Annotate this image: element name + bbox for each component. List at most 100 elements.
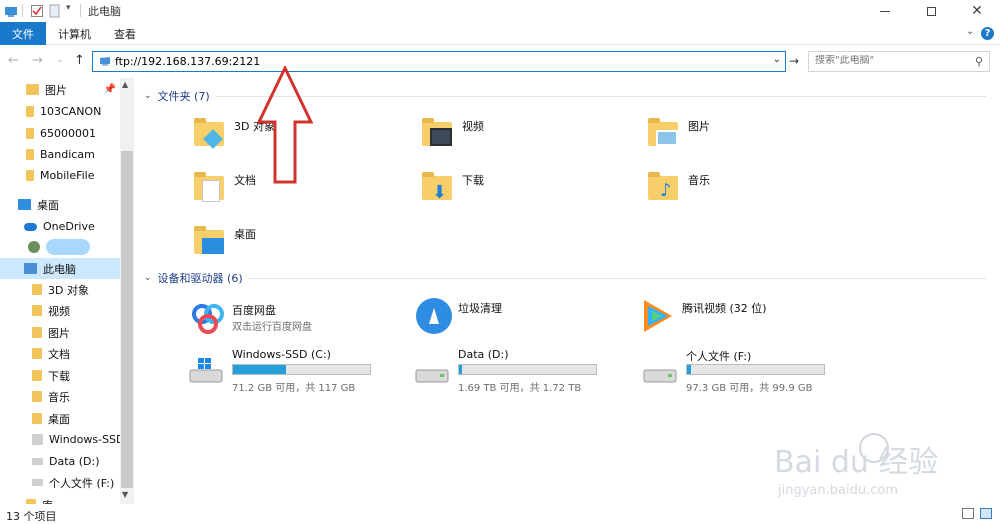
tencent-video-icon — [644, 300, 672, 332]
forward-arrow-icon[interactable]: → — [32, 53, 43, 68]
sidebar-item-desktop[interactable]: 桌面 — [0, 194, 120, 215]
address-input[interactable]: ftp://192.168.137.69:2121 — [115, 55, 260, 68]
sidebar-item-label: 65000001 — [40, 127, 96, 140]
back-arrow-icon[interactable]: ← — [8, 53, 19, 68]
sidebar-item-mobilefile[interactable]: MobileFile — [0, 165, 120, 186]
folder-videos[interactable]: 视频 — [420, 112, 620, 162]
3d-objects-icon — [32, 284, 42, 295]
large-icons-view-icon[interactable] — [980, 508, 992, 519]
sidebar-item-label: 3D 对象 — [48, 283, 89, 297]
sidebar-item-onedrive[interactable]: OneDrive — [0, 216, 120, 237]
drive-usage-fill — [687, 365, 692, 374]
sidebar-item-data-d[interactable]: Data (D:) — [0, 451, 120, 472]
folder-icon — [26, 149, 34, 160]
windows-drive-icon — [189, 358, 223, 383]
minimize-icon — [880, 10, 890, 12]
close-button[interactable]: ✕ — [954, 0, 1000, 22]
help-button[interactable]: ? — [981, 27, 994, 40]
picture-folder-icon — [646, 116, 680, 148]
app-baidu-netdisk[interactable]: 百度网盘 双击运行百度网盘 — [188, 298, 388, 338]
user-icon — [28, 240, 40, 253]
folder-icon — [26, 170, 34, 181]
pin-icon: 📌 — [103, 84, 116, 95]
chevron-down-icon: ⌄ — [144, 273, 152, 283]
desktop-folder-icon — [32, 413, 42, 424]
folder-downloads[interactable]: ⬇ 下载 — [420, 166, 620, 216]
tab-view[interactable]: 查看 — [114, 26, 136, 42]
drive-data-d[interactable]: Data (D:) 1.69 TB 可用，共 1.72 TB — [414, 348, 614, 394]
group-header-devices[interactable]: ⌄ 设备和驱动器 (6) — [144, 269, 243, 287]
app-tencent-video[interactable]: 腾讯视频 (32 位) — [638, 296, 858, 336]
new-folder-icon[interactable] — [48, 4, 62, 18]
sidebar-item-65000001[interactable]: 65000001 — [0, 123, 120, 144]
sidebar-item-label: 音乐 — [48, 390, 70, 404]
3d-objects-icon — [192, 116, 226, 149]
folder-label: 下载 — [462, 174, 484, 187]
drive-usage-bar — [232, 364, 371, 375]
recent-locations-chevron-down-icon[interactable]: ⌄ — [56, 55, 64, 65]
scroll-down-icon[interactable]: ▼ — [122, 490, 128, 499]
sidebar-item-label: 103CANON — [40, 105, 102, 118]
app-cleanup[interactable]: 垃圾清理 — [414, 296, 614, 336]
sidebar-item-103canon[interactable]: 103CANON — [0, 101, 120, 122]
app-name: 腾讯视频 (32 位) — [682, 302, 767, 315]
download-folder-icon — [32, 370, 42, 381]
sidebar-item-library[interactable]: 库 — [0, 494, 120, 504]
group-header-folders[interactable]: ⌄ 文件夹 (7) — [144, 87, 210, 105]
sidebar-item-label: 图片 — [45, 83, 67, 97]
red-up-arrow-icon — [256, 66, 314, 184]
search-icon[interactable]: ⚲ — [975, 55, 983, 68]
address-chevron-down-icon[interactable]: ⌄ — [773, 54, 781, 65]
folder-desktop[interactable]: 桌面 — [192, 220, 392, 270]
window-title: 此电脑 — [88, 5, 121, 18]
app-description: 双击运行百度网盘 — [232, 322, 312, 333]
document-folder-icon — [192, 170, 226, 202]
this-pc-icon[interactable] — [4, 4, 18, 18]
sidebar-item-documents[interactable]: 文档 — [0, 343, 120, 364]
sidebar-item-windows-ssd[interactable]: Windows-SSD — [0, 429, 120, 450]
folder-icon — [26, 106, 34, 117]
baidu-jingyan-watermark: Bai du 经验 jingyan.baidu.com — [774, 433, 938, 498]
sidebar-item-label: 下载 — [48, 369, 70, 383]
details-view-icon[interactable] — [962, 508, 974, 519]
sidebar-item-pictures-pinned[interactable]: 图片 📌 — [0, 79, 120, 100]
sidebar-item-downloads[interactable]: 下载 — [0, 365, 120, 386]
go-arrow-icon[interactable]: → — [789, 54, 799, 68]
title-separator — [80, 4, 81, 17]
folder-music[interactable]: ♪ 音乐 — [646, 166, 846, 216]
drive-icon — [415, 369, 449, 383]
music-folder-icon: ♪ — [646, 170, 680, 202]
drive-icon — [32, 458, 43, 465]
group-title: 设备和驱动器 (6) — [157, 272, 243, 285]
sidebar-item-this-pc[interactable]: 此电脑 — [0, 258, 120, 279]
picture-folder-icon — [26, 84, 39, 95]
drive-windows-ssd[interactable]: Windows-SSD (C:) 71.2 GB 可用，共 117 GB — [188, 348, 388, 394]
tab-computer[interactable]: 计算机 — [58, 26, 91, 42]
minimize-button[interactable] — [862, 0, 908, 22]
sidebar-item-personal-f[interactable]: 个人文件 (F:) — [0, 472, 120, 493]
search-input[interactable] — [815, 55, 965, 66]
scroll-up-icon[interactable]: ▲ — [122, 80, 128, 89]
download-folder-icon: ⬇ — [420, 170, 454, 202]
sidebar-item-videos[interactable]: 视频 — [0, 300, 120, 321]
folder-pictures[interactable]: 图片 — [646, 112, 846, 162]
drive-personal-f[interactable]: 个人文件 (F:) 97.3 GB 可用，共 99.9 GB — [642, 348, 842, 394]
search-box[interactable]: ⚲ — [808, 51, 990, 72]
sidebar-item-pictures[interactable]: 图片 — [0, 322, 120, 343]
quick-access-dropdown-icon[interactable]: ▾ — [66, 3, 71, 13]
sidebar-item-music[interactable]: 音乐 — [0, 386, 120, 407]
sidebar-item-user[interactable] — [0, 236, 120, 257]
drive-space-info: 1.69 TB 可用，共 1.72 TB — [458, 383, 582, 394]
chevron-down-icon[interactable]: ⌄ — [966, 26, 974, 37]
this-pc-icon — [24, 263, 37, 274]
up-arrow-icon[interactable]: ↑ — [74, 53, 85, 68]
address-bar[interactable]: ftp://192.168.137.69:2121 ⌄ — [92, 51, 786, 72]
user-name-redacted — [46, 238, 90, 255]
tab-file[interactable]: 文件 — [0, 22, 46, 45]
sidebar-item-bandicam[interactable]: Bandicam — [0, 144, 120, 165]
sidebar-item-desktop-folder[interactable]: 桌面 — [0, 408, 120, 429]
properties-icon[interactable] — [30, 4, 44, 18]
maximize-button[interactable] — [908, 0, 954, 22]
sidebar-item-3d-objects[interactable]: 3D 对象 — [0, 279, 120, 300]
sidebar-scroll-thumb[interactable] — [121, 151, 133, 488]
